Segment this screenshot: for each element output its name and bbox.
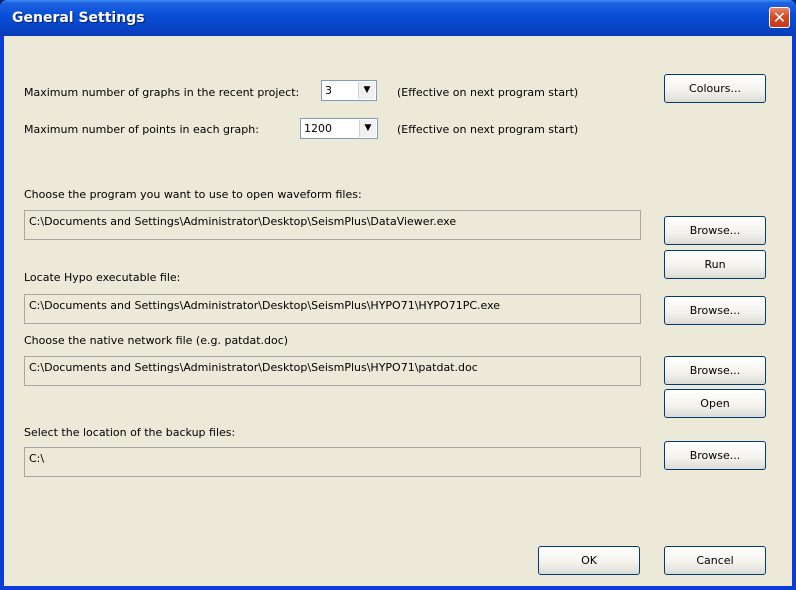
close-button[interactable]: ✕ <box>769 7 790 28</box>
hypo-executable-label: Locate Hypo executable file: <box>24 271 181 284</box>
general-settings-dialog: General Settings ✕ Maximum number of gra… <box>0 0 796 590</box>
max-graphs-label: Maximum number of graphs in the recent p… <box>24 86 300 99</box>
max-points-value: 1200 <box>304 122 332 135</box>
max-points-select[interactable]: 1200 ▼ <box>300 118 378 139</box>
hypo-executable-path-text: C:\Documents and Settings\Administrator\… <box>29 299 501 312</box>
hypo-executable-path[interactable]: C:\Documents and Settings\Administrator\… <box>24 294 641 324</box>
network-file-label: Choose the native network file (e.g. pat… <box>24 334 289 347</box>
colours-button[interactable]: Colours... <box>664 74 766 103</box>
network-file-path[interactable]: C:\Documents and Settings\Administrator\… <box>24 356 641 386</box>
backup-location-label: Select the location of the backup files: <box>24 426 236 439</box>
chevron-down-icon[interactable]: ▼ <box>359 120 376 137</box>
close-icon: ✕ <box>772 8 787 27</box>
network-browse-button[interactable]: Browse... <box>664 356 766 385</box>
title-bar[interactable]: General Settings ✕ <box>0 0 796 36</box>
max-graphs-value: 3 <box>325 84 332 97</box>
waveform-program-path[interactable]: C:\Documents and Settings\Administrator\… <box>24 210 641 240</box>
max-graphs-note: (Effective on next program start) <box>397 86 579 99</box>
max-points-note: (Effective on next program start) <box>397 123 579 136</box>
network-file-path-text: C:\Documents and Settings\Administrator\… <box>29 361 478 374</box>
cancel-button[interactable]: Cancel <box>664 546 766 575</box>
max-graphs-select[interactable]: 3 ▼ <box>321 80 377 101</box>
hypo-browse-button[interactable]: Browse... <box>664 296 766 325</box>
waveform-program-label: Choose the program you want to use to op… <box>24 188 362 201</box>
max-points-label: Maximum number of points in each graph: <box>24 123 259 136</box>
run-button[interactable]: Run <box>664 250 766 279</box>
backup-browse-button[interactable]: Browse... <box>664 441 766 470</box>
dialog-body: Maximum number of graphs in the recent p… <box>4 36 792 586</box>
backup-location-path[interactable]: C:\ <box>24 447 641 477</box>
open-button[interactable]: Open <box>664 389 766 418</box>
waveform-program-path-text: C:\Documents and Settings\Administrator\… <box>29 215 457 228</box>
waveform-browse-button[interactable]: Browse... <box>664 216 766 245</box>
ok-button[interactable]: OK <box>538 546 640 575</box>
dialog-title: General Settings <box>12 10 145 26</box>
chevron-down-icon[interactable]: ▼ <box>358 82 375 99</box>
backup-location-path-text: C:\ <box>29 452 45 465</box>
